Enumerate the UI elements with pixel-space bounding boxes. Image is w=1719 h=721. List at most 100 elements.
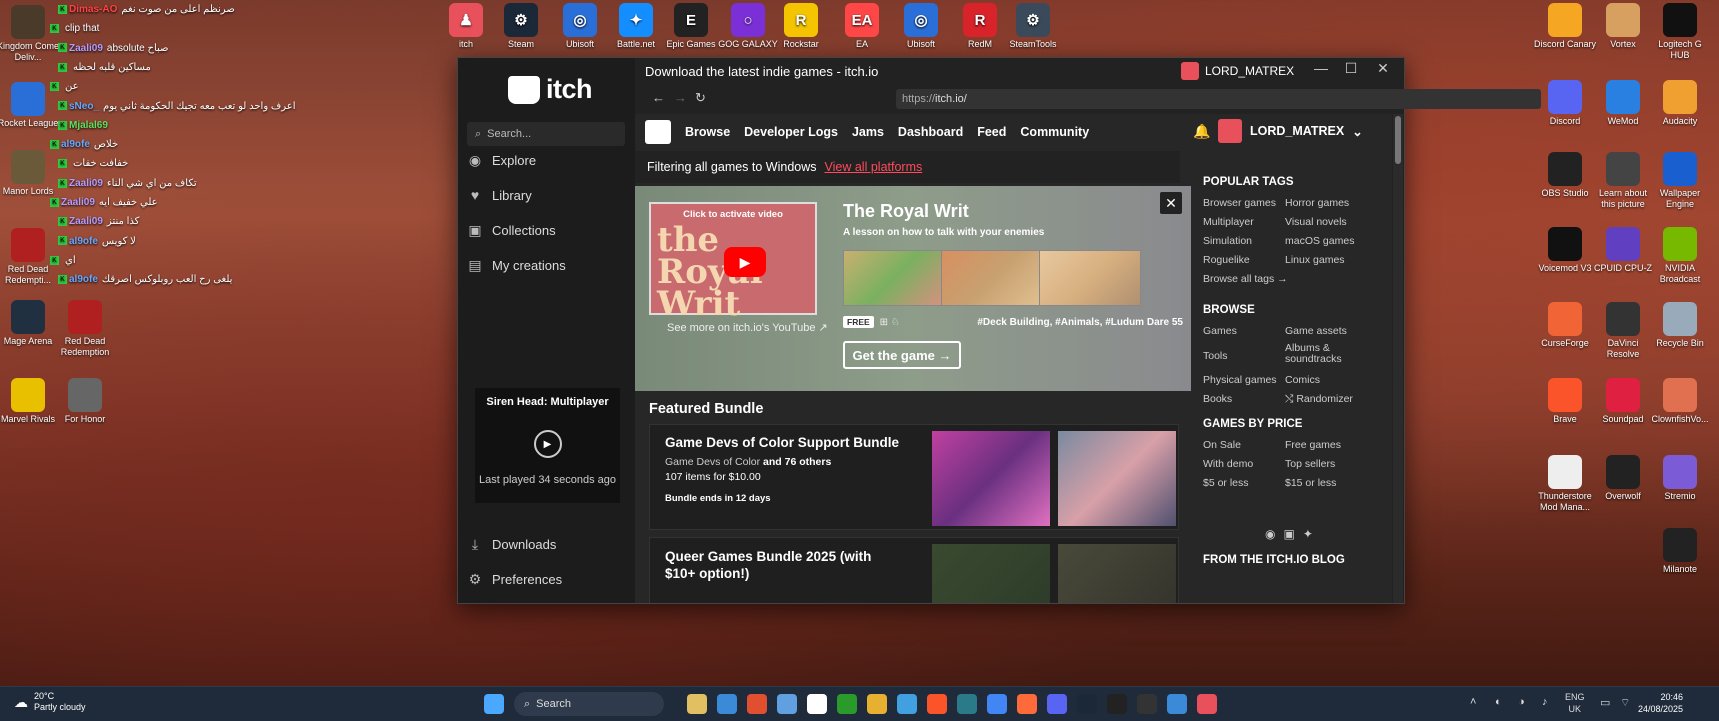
desktop-icon-app[interactable]: Brave [1533, 378, 1597, 425]
desktop-icon-app[interactable]: Recycle Bin [1648, 302, 1712, 349]
bundle-thumbnail[interactable] [1058, 544, 1176, 603]
taskbar-app-icon[interactable] [687, 694, 707, 714]
sidebar-link[interactable]: Books [1203, 393, 1232, 405]
sidebar-item-downloads[interactable]: ⤓ Downloads [467, 536, 556, 552]
get-the-game-button[interactable]: Get the game → [843, 341, 961, 369]
desktop-icon-ubisoft[interactable]: ◎ Ubisoft [548, 3, 612, 50]
sidebar-link[interactable]: Tools [1203, 350, 1228, 362]
sidebar-link[interactable]: Free games [1285, 439, 1341, 451]
recently-played-card[interactable]: Siren Head: Multiplayer ▶ Last played 34… [475, 388, 620, 503]
sidebar-link[interactable]: Games [1203, 325, 1237, 337]
desktop-icon-app[interactable]: Overwolf [1591, 455, 1655, 502]
taskbar-app-icon[interactable] [1167, 694, 1187, 714]
taskbar-app-icon[interactable] [777, 694, 797, 714]
desktop-icon-app[interactable]: Vortex [1591, 3, 1655, 50]
minimize-button[interactable]: — [1310, 60, 1332, 76]
wifi-icon[interactable]: ⌔ [1620, 696, 1630, 710]
twitter-icon[interactable]: ✦ [1303, 527, 1313, 541]
desktop-icon-ubisoft[interactable]: ◎ Ubisoft [889, 3, 953, 50]
nav-link-browse[interactable]: Browse [685, 125, 730, 139]
desktop-icon-app[interactable]: Discord [1533, 80, 1597, 127]
sidebar-link[interactable]: Linux games [1285, 254, 1345, 266]
desktop-icon-game[interactable]: Manor Lords [0, 150, 60, 197]
sidebar-link[interactable]: Top sellers [1285, 458, 1335, 470]
taskbar-app-icon[interactable] [1197, 694, 1217, 714]
sidebar-link[interactable]: Multiplayer [1203, 216, 1254, 228]
desktop-icon-app[interactable]: DaVinci Resolve [1591, 302, 1655, 360]
sidebar-link[interactable]: With demo [1203, 458, 1253, 470]
desktop-icon-app[interactable]: Milanote [1648, 528, 1712, 575]
sidebar-search-input[interactable]: ⌕ Search... [467, 122, 625, 146]
clock[interactable]: 20:46 24/08/2025 [1638, 691, 1683, 715]
desktop-icon-app[interactable]: ClownfishVo... [1648, 378, 1712, 425]
desktop-icon-app[interactable]: OBS Studio [1533, 152, 1597, 199]
desktop-icon-ea[interactable]: EA EA [830, 3, 894, 50]
sidebar-item-my-creations[interactable]: ▤ My creations [467, 257, 565, 273]
desktop-icon-app[interactable]: Stremio [1648, 455, 1712, 502]
desktop-icon-app[interactable]: Voicemod V3 [1533, 227, 1597, 274]
game-title[interactable]: The Royal Writ [843, 201, 969, 222]
facebook-icon[interactable]: ▣ [1283, 527, 1294, 541]
taskbar-app-icon[interactable] [807, 694, 827, 714]
sidebar-link[interactable]: Simulation [1203, 235, 1252, 247]
sidebar-link[interactable]: Comics [1285, 374, 1320, 386]
desktop-icon-app[interactable]: WeMod [1591, 80, 1655, 127]
taskbar-app-icon[interactable] [1137, 694, 1157, 714]
nav-link-developer-logs[interactable]: Developer Logs [744, 125, 838, 139]
sidebar-link[interactable]: ⤭ Randomizer [1285, 393, 1353, 406]
sidebar-link[interactable]: Horror games [1285, 197, 1349, 209]
desktop-icon-app[interactable]: NVIDIA Broadcast [1648, 227, 1712, 285]
taskbar-app-icon[interactable] [1047, 694, 1067, 714]
bundle-thumbnail[interactable] [932, 431, 1050, 526]
screenshot-thumbnail[interactable] [1039, 250, 1141, 306]
taskbar-app-icon[interactable] [927, 694, 947, 714]
bundle-thumbnail[interactable] [1058, 431, 1176, 526]
taskbar-app-icon[interactable] [987, 694, 1007, 714]
tray-chevron-up-icon[interactable]: ˄ [1470, 696, 1476, 708]
sidebar-link[interactable]: Physical games [1203, 374, 1277, 386]
close-button[interactable]: ✕ [1372, 60, 1394, 77]
sidebar-link[interactable]: On Sale [1203, 439, 1241, 451]
taskbar-app-icon[interactable] [747, 694, 767, 714]
sidebar-link[interactable]: macOS games [1285, 235, 1354, 247]
taskbar-app-icon[interactable] [717, 694, 737, 714]
notifications-bell-icon[interactable]: 🔔 [1193, 123, 1210, 140]
desktop-icon-game[interactable]: Red Dead Redemption [53, 300, 117, 358]
bundle-thumbnail[interactable] [932, 544, 1050, 603]
taskbar-search[interactable]: ⌕ Search [514, 692, 664, 716]
screenshot-thumbnail[interactable] [843, 250, 945, 306]
nav-link-dashboard[interactable]: Dashboard [898, 125, 963, 139]
sidebar-link[interactable]: Albums & soundtracks [1285, 343, 1365, 365]
window-user[interactable]: LORD_MATREX [1181, 62, 1294, 80]
taskbar-app-icon[interactable] [1077, 694, 1097, 714]
reddit-icon[interactable]: ◉ [1265, 527, 1275, 541]
youtube-play-icon[interactable]: ▶ [724, 247, 766, 277]
taskbar-app-icon[interactable] [957, 694, 977, 714]
desktop-icon-steam[interactable]: ⚙ Steam [489, 3, 553, 50]
user-menu[interactable]: LORD_MATREX ⌄ [1218, 119, 1363, 143]
browse-all-tags-link[interactable]: Browse all tags → [1203, 273, 1288, 285]
itch-logo[interactable]: itch [508, 74, 593, 105]
sidebar-link[interactable]: Game assets [1285, 325, 1347, 337]
bundle-card[interactable]: Game Devs of Color Support Bundle Game D… [649, 424, 1179, 530]
url-field[interactable]: https://itch.io/ [896, 89, 1541, 109]
language-indicator[interactable]: ENG UK [1565, 691, 1585, 715]
desktop-icon-app[interactable]: Wallpaper Engine [1648, 152, 1712, 210]
maximize-button[interactable]: ☐ [1340, 60, 1362, 77]
bundle-card[interactable]: Queer Games Bundle 2025 (with $10+ optio… [649, 537, 1179, 603]
network-icon[interactable]: ◐ [1495, 696, 1502, 708]
itch-shop-icon[interactable] [645, 120, 671, 144]
desktop-icon-game[interactable]: Mage Arena [0, 300, 60, 347]
desktop-icon-game[interactable]: For Honor [53, 378, 117, 425]
sidebar-link[interactable]: Browser games [1203, 197, 1276, 209]
weather-widget[interactable]: ☁ 20°C Partly cloudy [14, 691, 86, 713]
taskbar-app-icon[interactable] [1107, 694, 1127, 714]
taskbar-app-icon[interactable] [867, 694, 887, 714]
nav-link-feed[interactable]: Feed [977, 125, 1006, 139]
game-tags[interactable]: #Deck Building, #Animals, #Ludum Dare 55 [977, 317, 1183, 328]
display-icon[interactable]: ▭ [1600, 696, 1610, 709]
desktop-icon-epic-games[interactable]: E Epic Games [659, 3, 723, 50]
sidebar-link[interactable]: Roguelike [1203, 254, 1250, 266]
desktop-icon-app[interactable]: Audacity [1648, 80, 1712, 127]
bundle-title[interactable]: Queer Games Bundle 2025 (with $10+ optio… [665, 548, 895, 582]
